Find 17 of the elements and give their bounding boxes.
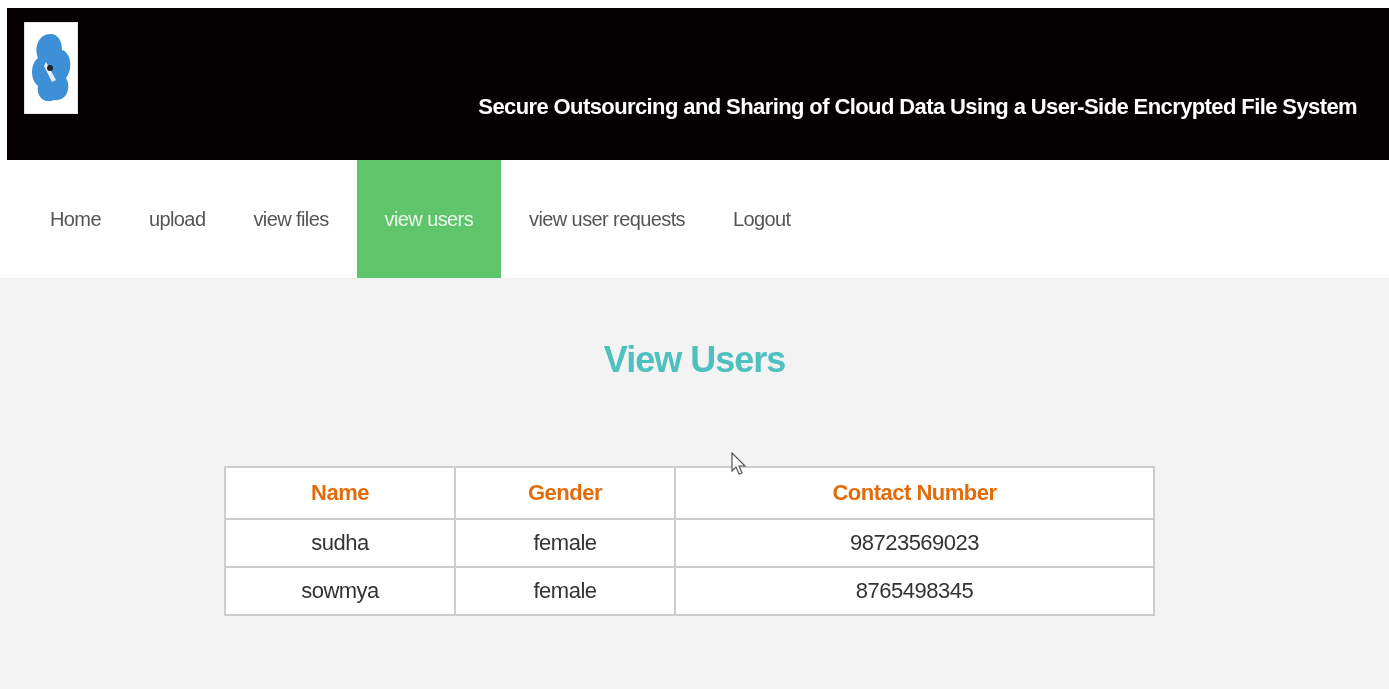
table-cell: female [455,519,675,567]
nav-link[interactable]: Home [30,160,121,278]
table-cell: 8765498345 [675,567,1154,615]
nav-link[interactable]: Logout [713,160,811,278]
nav-link[interactable]: upload [128,160,226,278]
site-title: Secure Outsourcing and Sharing of Cloud Data Using a User-Side Encrypted File System [478,94,1357,120]
table-cell: female [455,567,675,615]
column-header: Contact Number [675,467,1154,519]
table-cell: sudha [225,519,455,567]
nav-link[interactable]: view user requests [509,160,705,278]
page-heading: View Users [602,339,787,381]
column-header: Gender [455,467,675,519]
cloud-logo-icon [24,22,78,114]
column-header: Name [225,467,455,519]
table-cell: sowmya [225,567,455,615]
nav-link[interactable]: view files [233,160,349,278]
table-cell: 98723569023 [675,519,1154,567]
